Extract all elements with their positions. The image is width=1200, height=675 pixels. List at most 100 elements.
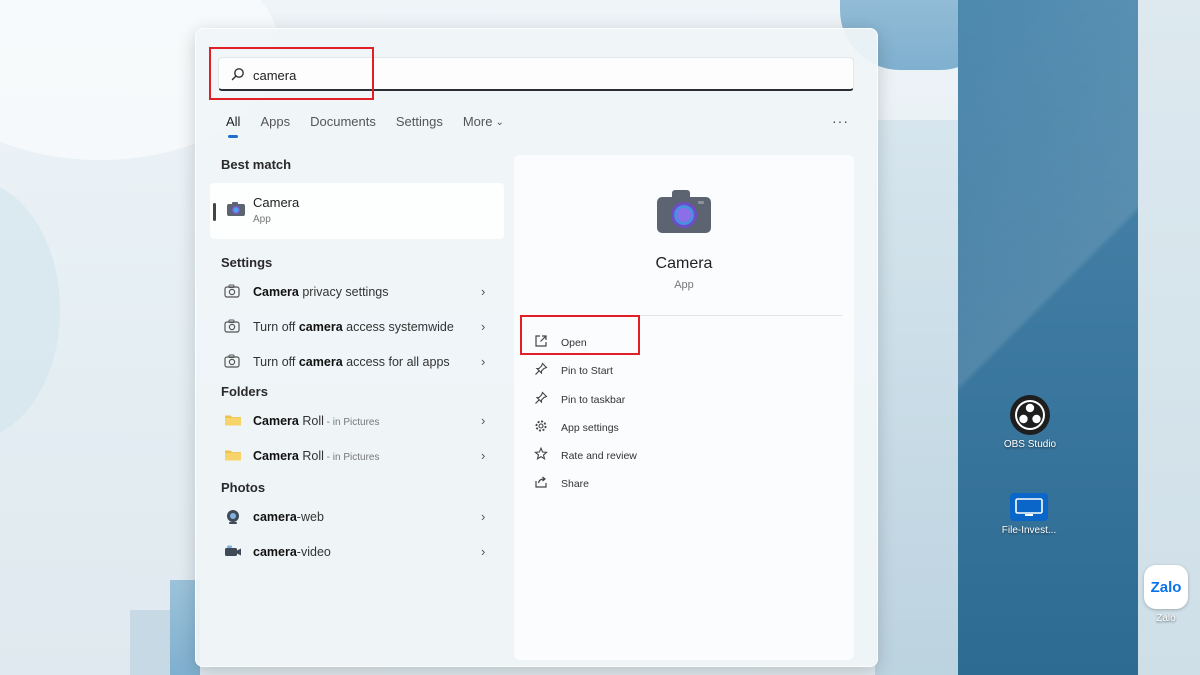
zalo-icon: Zalo bbox=[1144, 565, 1188, 609]
open-highlight-box bbox=[520, 315, 640, 355]
photo-results: camera-web › camera-video › bbox=[210, 500, 510, 570]
list-item-label: Turn off camera access systemwide bbox=[253, 320, 454, 334]
tab-all[interactable]: All bbox=[226, 114, 240, 138]
list-item[interactable]: camera-video › bbox=[210, 535, 504, 570]
results-list: Best match Camera App Settings Camera pr… bbox=[210, 157, 510, 570]
star-icon bbox=[534, 446, 548, 464]
best-match-result[interactable]: Camera App bbox=[210, 183, 504, 239]
label-post: privacy settings bbox=[298, 285, 389, 299]
list-item-label: Turn off camera access for all apps bbox=[253, 355, 450, 369]
label-match: camera bbox=[253, 510, 297, 524]
monitor-icon bbox=[1010, 493, 1048, 521]
label-post: access systemwide bbox=[342, 320, 454, 334]
folder-icon bbox=[224, 448, 242, 465]
list-item-label: camera-video bbox=[253, 545, 331, 559]
desktop-icon-label: File-Invest... bbox=[1001, 525, 1057, 536]
tab-settings[interactable]: Settings bbox=[396, 114, 443, 138]
selection-indicator bbox=[213, 203, 216, 221]
list-item[interactable]: Camera Roll - in Pictures › bbox=[210, 404, 504, 439]
action-label: Pin to Start bbox=[561, 365, 613, 378]
tab-documents[interactable]: Documents bbox=[310, 114, 376, 138]
label-match: Camera bbox=[253, 285, 299, 299]
best-match-title: Camera bbox=[253, 195, 299, 210]
app-detail-pane: Camera App Open Pin to Start Pin to task… bbox=[514, 155, 854, 660]
desktop-icon-zalo[interactable]: Zalo Zalo bbox=[1140, 565, 1192, 624]
label-post: Roll bbox=[298, 449, 324, 463]
action-label: Pin to taskbar bbox=[561, 393, 626, 406]
camera-app-icon bbox=[654, 185, 714, 240]
filter-tabs: All Apps Documents Settings More ⌄ bbox=[226, 114, 524, 138]
desktop-icon-obs[interactable]: OBS Studio bbox=[997, 395, 1063, 450]
chevron-right-icon: › bbox=[481, 319, 486, 334]
obs-studio-icon bbox=[1010, 395, 1050, 435]
desktop-icon-label: OBS Studio bbox=[1003, 439, 1057, 450]
list-item[interactable]: Turn off camera access systemwide › bbox=[210, 310, 504, 345]
camera-app-icon bbox=[226, 201, 246, 222]
chevron-right-icon: › bbox=[481, 354, 486, 369]
camera-outline-icon bbox=[224, 319, 240, 336]
bg-shape bbox=[0, 180, 60, 440]
list-item[interactable]: Camera privacy settings › bbox=[210, 275, 504, 310]
label-match: camera bbox=[298, 355, 343, 369]
video-camera-icon bbox=[224, 544, 242, 561]
gear-icon bbox=[534, 419, 548, 436]
tab-apps[interactable]: Apps bbox=[260, 114, 290, 138]
app-name: Camera bbox=[655, 255, 713, 272]
zalo-badge: Zalo bbox=[1150, 578, 1182, 596]
label-match: Camera bbox=[253, 449, 299, 463]
tab-more-label: More bbox=[462, 114, 493, 129]
chevron-right-icon: › bbox=[481, 509, 486, 524]
bg-shape bbox=[875, 120, 958, 675]
chevron-right-icon: › bbox=[481, 284, 486, 299]
action-label: App settings bbox=[561, 421, 619, 434]
chevron-right-icon: › bbox=[481, 413, 486, 428]
chevron-down-icon: ⌄ bbox=[495, 117, 504, 128]
label-match: camera bbox=[298, 320, 343, 334]
list-item[interactable]: Camera Roll - in Pictures › bbox=[210, 439, 504, 474]
label-location: - in Pictures bbox=[323, 452, 380, 463]
pin-icon bbox=[534, 362, 548, 379]
label-pre: Turn off bbox=[253, 320, 299, 334]
label-post: -video bbox=[296, 545, 331, 559]
action-label: Rate and review bbox=[561, 450, 637, 463]
label-post: -web bbox=[296, 510, 324, 524]
bg-shape bbox=[958, 0, 1138, 675]
desktop-icon-label: Zalo bbox=[1156, 613, 1176, 624]
more-options-icon[interactable]: ··· bbox=[832, 113, 849, 129]
search-highlight-box bbox=[209, 47, 374, 100]
label-pre: Turn off bbox=[253, 355, 299, 369]
share-icon bbox=[534, 475, 548, 492]
folder-icon bbox=[224, 413, 242, 430]
label-post: Roll bbox=[298, 414, 324, 428]
action-label: Share bbox=[561, 478, 590, 491]
list-item-label: camera-web bbox=[253, 510, 324, 524]
list-item-label: Camera Roll - in Pictures bbox=[253, 449, 379, 463]
list-item-label: Camera privacy settings bbox=[253, 285, 389, 299]
list-item[interactable]: Turn off camera access for all apps › bbox=[210, 345, 504, 380]
settings-results: Camera privacy settings › Turn off camer… bbox=[210, 275, 510, 380]
webcam-icon bbox=[224, 509, 242, 528]
section-heading-photos: Photos bbox=[221, 480, 266, 495]
search-panel: All Apps Documents Settings More⌄ ··· Be… bbox=[195, 28, 878, 667]
tab-more[interactable]: More ⌄ bbox=[463, 114, 504, 138]
pin-icon bbox=[534, 391, 548, 408]
bg-shape bbox=[130, 610, 170, 675]
label-match: camera bbox=[253, 545, 297, 559]
camera-outline-icon bbox=[224, 284, 240, 301]
section-heading-folders: Folders bbox=[221, 384, 268, 399]
folder-results: Camera Roll - in Pictures › Camera Roll … bbox=[210, 404, 510, 474]
app-type: App bbox=[674, 279, 694, 291]
chevron-right-icon: › bbox=[481, 448, 486, 463]
label-match: Camera bbox=[253, 414, 299, 428]
label-location: - in Pictures bbox=[323, 417, 380, 428]
chevron-right-icon: › bbox=[481, 544, 486, 559]
list-item-label: Camera Roll - in Pictures bbox=[253, 414, 379, 428]
best-match-subtitle: App bbox=[253, 214, 271, 225]
camera-outline-icon bbox=[224, 354, 240, 371]
label-post: access for all apps bbox=[342, 355, 450, 369]
best-match-title-text: Camera bbox=[253, 195, 300, 210]
section-heading-best-match: Best match bbox=[221, 157, 292, 172]
section-heading-settings: Settings bbox=[221, 255, 273, 270]
list-item[interactable]: camera-web › bbox=[210, 500, 504, 535]
desktop-icon-file[interactable]: File-Invest... bbox=[996, 493, 1062, 536]
